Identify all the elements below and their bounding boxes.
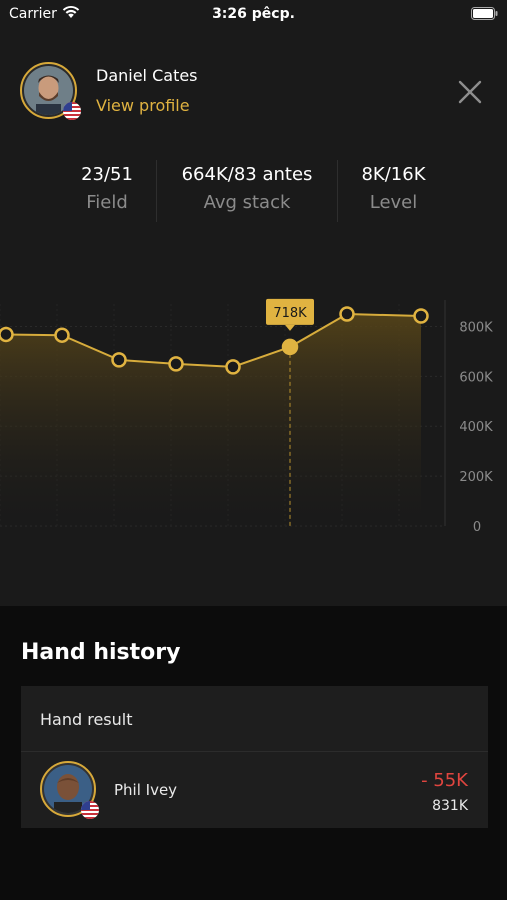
stat-level-label: Level — [369, 192, 418, 213]
us-flag-icon — [63, 102, 81, 120]
chart-tooltip-label: 718K — [273, 306, 307, 321]
stat-level-value: 8K/16K — [361, 164, 426, 185]
stats-row: 23/51 Field 664K/83 antes Avg stack 8K/1… — [0, 160, 507, 224]
hand-history-row[interactable]: Phil Ivey - 55K 831K — [21, 753, 488, 828]
stat-field-label: Field — [86, 192, 128, 213]
stat-field: 23/51 Field — [57, 160, 157, 224]
chart-y-tick-label: 200K — [459, 470, 493, 485]
chart-point-selected[interactable] — [281, 338, 299, 356]
opponent-name: Phil Ivey — [114, 781, 178, 799]
stat-field-value: 23/51 — [81, 164, 133, 185]
hand-stack-value: 831K — [432, 798, 468, 814]
chart-tooltip-arrow — [285, 324, 295, 331]
hand-history-header: Hand result — [21, 686, 488, 752]
chart-point[interactable] — [54, 327, 70, 343]
chart-point[interactable] — [225, 359, 241, 375]
player-name: Daniel Cates — [96, 66, 198, 85]
stat-avg-stack: 664K/83 antes Avg stack — [157, 160, 337, 224]
hand-history-card: Hand result Phil Ivey - 55K 831K — [21, 686, 488, 828]
chart-point[interactable] — [111, 352, 127, 368]
chart-point[interactable] — [0, 326, 14, 343]
us-flag-icon — [81, 801, 99, 819]
chart-y-tick-label: 800K — [459, 320, 493, 335]
stat-avg-stack-label: Avg stack — [203, 192, 291, 213]
stack-chart[interactable]: 0 200K 400K 600K 800K 718K — [0, 270, 507, 550]
chart-point[interactable] — [168, 356, 184, 372]
chart-area-fill — [0, 314, 421, 526]
stat-level: 8K/16K Level — [338, 160, 449, 224]
status-time: 3:26 pêcp. — [212, 6, 295, 22]
status-bar: Carrier 3:26 pêcp. — [0, 0, 507, 30]
player-avatar[interactable] — [20, 62, 81, 120]
stat-avg-stack-value: 664K/83 antes — [181, 164, 313, 185]
battery-icon — [471, 7, 498, 20]
stat-divider — [337, 160, 338, 222]
stat-divider — [156, 160, 157, 222]
hand-result-label: Hand result — [40, 710, 133, 729]
close-icon[interactable] — [458, 80, 482, 104]
hand-result-value: - 55K — [421, 770, 468, 791]
opponent-avatar — [40, 761, 99, 819]
hand-history-title: Hand history — [21, 640, 181, 665]
chart-y-tick-label: 600K — [459, 370, 493, 385]
chart-point[interactable] — [413, 308, 429, 324]
chart-y-tick-label: 400K — [459, 420, 493, 435]
view-profile-link[interactable]: View profile — [96, 96, 190, 115]
chart-y-tick-label: 0 — [473, 520, 481, 535]
chart-point[interactable] — [339, 306, 355, 322]
